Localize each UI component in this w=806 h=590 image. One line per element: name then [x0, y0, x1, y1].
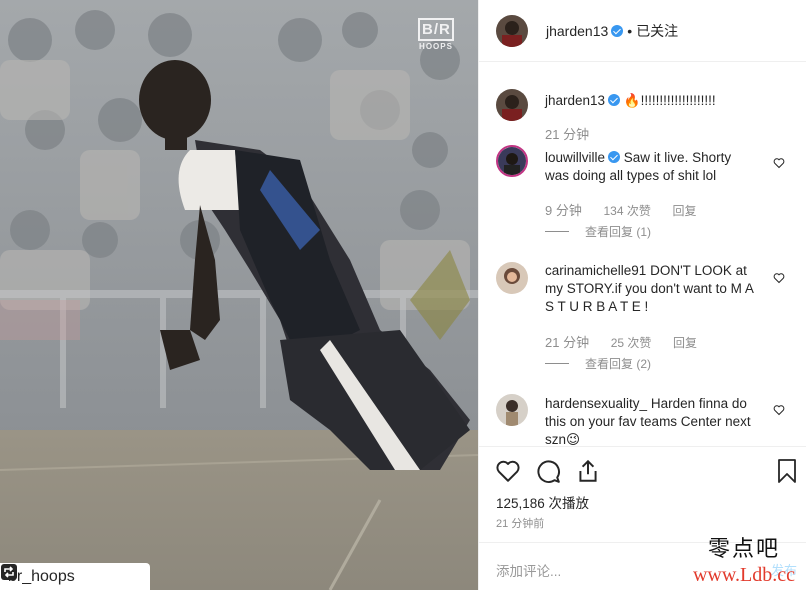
like-comment-icon[interactable] [773, 404, 785, 416]
header-separator: • [627, 22, 633, 39]
comment-likes[interactable]: 134 次赞 [603, 204, 650, 218]
bookmark-icon[interactable] [775, 458, 799, 484]
comment-text: 🔥!!!!!!!!!!!!!!!!!!!! [623, 93, 716, 108]
post-header: jharden13 • 已关注 [479, 0, 806, 62]
view-replies[interactable]: 查看回复 (1) [545, 223, 651, 240]
instagram-post-view: B/R HOOPS br_hoops jharden13 • 已关注 jhard… [0, 0, 806, 590]
comments-list[interactable]: jharden13 🔥!!!!!!!!!!!!!!!!!!!! 21 分钟 lo… [479, 62, 806, 446]
comment-username[interactable]: carinamichelle91 [545, 263, 646, 278]
comment-username[interactable]: jharden13 [545, 93, 605, 108]
view-replies[interactable]: 查看回复 (2) [545, 355, 651, 372]
comment-likes[interactable]: 25 次赞 [611, 336, 652, 350]
view-replies-label[interactable]: 查看回复 (1) [585, 223, 651, 240]
post-timestamp: 21 分钟前 [496, 518, 545, 530]
repost-username[interactable]: br_hoops [8, 568, 75, 586]
site-watermark: 零点吧 www.Ldb.cc [682, 538, 806, 590]
like-comment-icon[interactable] [773, 272, 785, 284]
br-hoops-watermark: B/R HOOPS [418, 18, 454, 56]
comment-time: 21 分钟 [545, 127, 590, 142]
replies-divider [545, 231, 569, 232]
replies-divider [545, 363, 569, 364]
verified-icon [608, 151, 621, 163]
watermark-sub: HOOPS [419, 42, 453, 51]
avatar[interactable] [496, 394, 528, 426]
comment-meta: 21 分钟 25 次赞 回复 [545, 332, 715, 351]
verified-icon [608, 94, 621, 106]
avatar[interactable] [496, 145, 528, 177]
reply-button[interactable]: 回复 [672, 204, 696, 218]
view-count[interactable]: 125,186 次播放 [496, 492, 589, 512]
reply-button[interactable]: 回复 [673, 336, 697, 350]
header-username[interactable]: jharden13 [546, 23, 608, 39]
site-watermark-line1: 零点吧 [707, 537, 780, 562]
post-actions: 125,186 次播放 21 分钟前 [479, 446, 806, 542]
comment-time: 21 分钟 [545, 335, 590, 350]
watermark-main: B/R [418, 18, 454, 41]
comment-time: 9 分钟 [545, 203, 582, 218]
repost-icon [1, 564, 17, 580]
video-frame [0, 0, 478, 590]
comment-username[interactable]: hardensexuality_ [545, 396, 647, 411]
comment-meta: 21 分钟 [545, 124, 607, 143]
avatar[interactable] [496, 262, 528, 294]
view-replies-label[interactable]: 查看回复 (2) [585, 355, 651, 372]
avatar[interactable] [496, 14, 528, 47]
follow-status-button[interactable]: 已关注 [636, 21, 678, 41]
comment-meta: 9 分钟 134 次赞 回复 [545, 200, 714, 219]
like-comment-icon[interactable] [773, 157, 785, 169]
comment-icon[interactable] [535, 458, 561, 484]
avatar[interactable] [496, 89, 528, 121]
share-icon[interactable] [575, 458, 601, 484]
comment-input[interactable]: 添加评论... [496, 560, 561, 580]
post-side-panel: jharden13 • 已关注 jharden13 🔥!!!!!!!!!!!!!… [478, 0, 806, 590]
comment-username[interactable]: louwillville [545, 150, 605, 165]
verified-icon [611, 24, 624, 37]
site-watermark-line2: www.Ldb.cc [692, 564, 795, 586]
heart-icon[interactable] [495, 458, 521, 484]
repost-credit[interactable]: br_hoops [0, 563, 150, 590]
post-video[interactable]: B/R HOOPS br_hoops [0, 0, 478, 590]
